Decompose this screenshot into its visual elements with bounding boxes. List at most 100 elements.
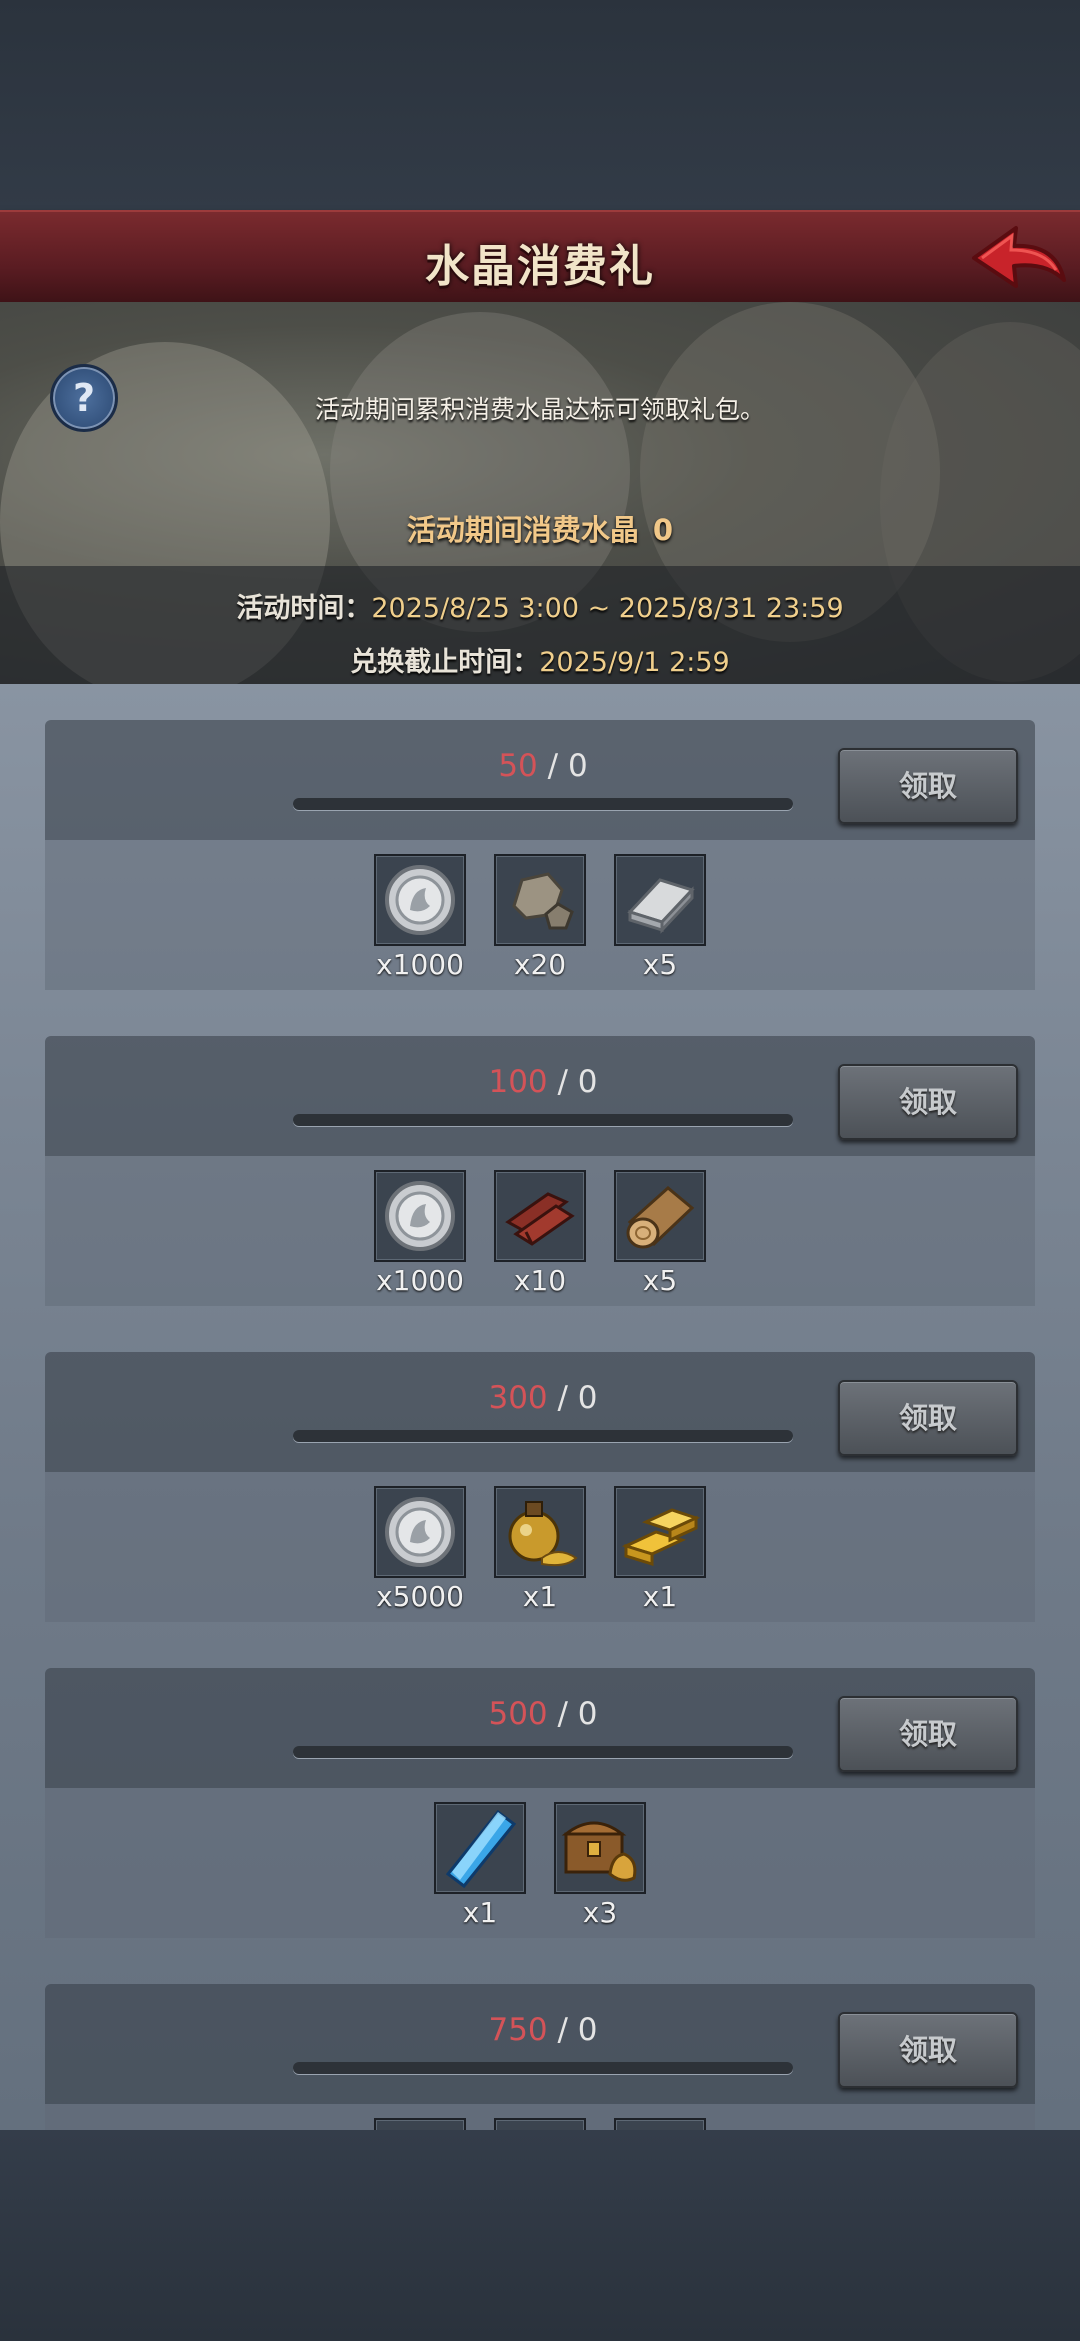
reward-slot[interactable] [494,2118,586,2130]
iron-ingot-icon [627,878,695,934]
event-banner: ? 活动期间累积消费水晶达标可领取礼包。 活动期间消费水晶 0 活动时间：2025… [0,302,1080,684]
reward-tier-list[interactable]: 50 / 0 领取 x1000 x20 x5 100 / 0 领取 x1000 … [0,684,1080,2130]
reward-slot[interactable] [614,854,706,946]
back-arrow-icon[interactable] [968,222,1068,296]
reward-item: x1 [614,1486,706,1616]
page-title: 水晶消费礼 [425,241,655,292]
bottom-bar [0,2130,1080,2341]
reward-slot[interactable] [554,1802,646,1894]
reward-items: x1 x3 [45,1802,1035,1932]
reward-item: x1000 [374,1170,466,1300]
reward-slot[interactable] [614,1486,706,1578]
reward-slot[interactable] [494,1170,586,1262]
tier-current: 0 [567,748,588,784]
tier-progress: 50 / 0 [293,748,793,784]
reward-items: x1000 x10 x5 [45,1170,1035,1300]
tier-separator: / [547,1380,578,1416]
lumber-icon [505,1192,575,1246]
silver-coin-icon [385,1181,455,1251]
reward-quantity: x1 [642,1580,678,1613]
reward-slot[interactable] [494,1486,586,1578]
reward-tier-card: 500 / 0 领取 x1 x3 [45,1668,1035,1938]
deadline-label: 兑换截止时间： [350,647,540,678]
reward-tier-card: 50 / 0 领取 x1000 x20 x5 [45,720,1035,990]
reward-slot[interactable] [374,2118,466,2130]
reward-quantity: x1 [522,1580,558,1613]
reward-quantity: x1000 [376,948,464,981]
tier-progress-bar [293,798,793,810]
tier-separator: / [537,748,568,784]
gold-potion-icon [508,1501,578,1567]
reward-item: x3 [554,1802,646,1932]
reward-quantity: x1 [462,1896,498,1929]
event-time-label: 活动时间： [236,593,372,624]
reward-quantity: x1000 [376,1264,464,1297]
stone-icon [512,872,574,930]
tier-progress: 100 / 0 [293,1064,793,1100]
reward-quantity: x5 [642,1264,678,1297]
tier-required: 100 [488,1064,548,1100]
event-time: 活动时间：2025/8/25 3:00 ~ 2025/8/31 23:59 [0,586,1080,625]
reward-slot[interactable] [614,1170,706,1262]
claim-button[interactable]: 领取 [838,2012,1018,2088]
reward-slot[interactable] [374,854,466,946]
claim-button[interactable]: 领取 [838,1696,1018,1772]
event-time-value: 2025/8/25 3:00 ~ 2025/8/31 23:59 [371,593,844,624]
tier-separator: / [547,1696,578,1732]
reward-item: x5000 [374,1486,466,1616]
reward-item [494,2118,586,2130]
reward-slot[interactable] [494,854,586,946]
tier-required: 300 [488,1380,548,1416]
status-area [0,0,1080,210]
tier-required: 50 [498,748,538,784]
time-info: 活动时间：2025/8/25 3:00 ~ 2025/8/31 23:59 兑换… [0,566,1080,684]
gold-bars-icon [621,1508,701,1567]
reward-item [374,2118,466,2130]
tier-separator: / [547,2012,578,2048]
reward-item: x5 [614,854,706,984]
reward-items: x1000 x20 x5 [45,854,1035,984]
reward-quantity: x3 [582,1896,618,1929]
claim-button[interactable]: 领取 [838,1064,1018,1140]
tier-progress-bar [293,1114,793,1126]
reward-slot[interactable] [374,1486,466,1578]
claim-button[interactable]: 领取 [838,1380,1018,1456]
reward-item: x20 [494,854,586,984]
tier-progress-bar [293,1746,793,1758]
reward-quantity: x5000 [376,1580,464,1613]
reward-item: x5 [614,1170,706,1300]
tier-required: 750 [488,2012,548,2048]
tier-current: 0 [577,1380,598,1416]
silver-coin-icon [385,1497,455,1567]
spent-label: 活动期间消费水晶 [406,513,639,547]
deadline-time: 兑换截止时间：2025/9/1 2:59 [0,640,1080,679]
event-description: 活动期间累积消费水晶达标可领取礼包。 [314,395,765,424]
reward-items: x5000 x1 x1 [45,1486,1035,1616]
tier-progress: 750 / 0 [293,2012,793,2048]
reward-item: x1000 [374,854,466,984]
reward-quantity: x20 [513,948,567,981]
reward-slot[interactable] [434,1802,526,1894]
reward-slot[interactable] [374,1170,466,1262]
silver-coin-icon [385,865,455,935]
reward-item [614,2118,706,2130]
tier-progress-bar [293,1430,793,1442]
reward-quantity: x10 [513,1264,567,1297]
reward-item: x1 [494,1486,586,1616]
tier-current: 0 [577,1696,598,1732]
tier-current: 0 [577,2012,598,2048]
reward-tier-card: 100 / 0 领取 x1000 x10 x5 [45,1036,1035,1306]
reward-items [45,2118,1035,2130]
reward-item: x10 [494,1170,586,1300]
tier-current: 0 [577,1064,598,1100]
reward-tier-card: 300 / 0 领取 x5000 x1 x1 [45,1352,1035,1622]
reward-slot[interactable] [614,2118,706,2130]
blue-crystal-icon [445,1809,517,1889]
spent-value: 0 [652,513,674,547]
claim-button[interactable]: 领取 [838,748,1018,824]
tier-required: 500 [488,1696,548,1732]
tier-progress-bar [293,2062,793,2074]
reward-quantity: x5 [642,948,678,981]
spent-crystals: 活动期间消费水晶 0 [0,507,1080,549]
treasure-chest-icon [561,1821,637,1882]
